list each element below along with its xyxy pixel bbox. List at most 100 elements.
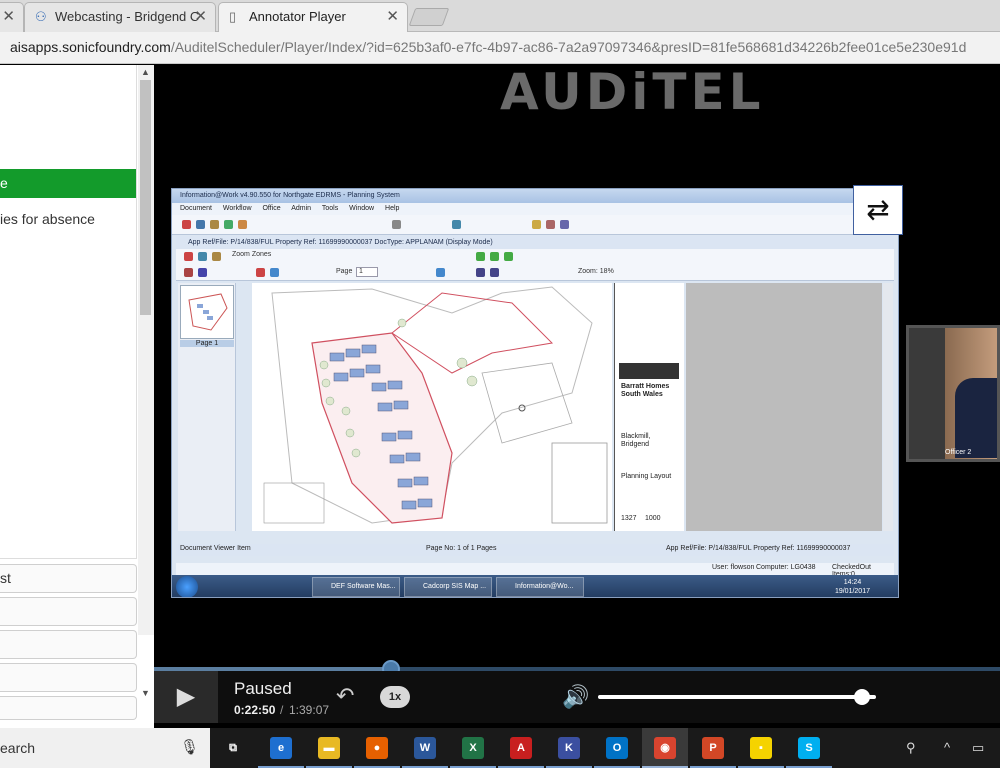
- slide-document-toolbar: Zoom Zones Page 1 Zoom: 18%: [176, 249, 894, 281]
- toolbar-icon: [256, 268, 265, 277]
- agenda-scrollbar[interactable]: ▲ ▼: [138, 65, 154, 698]
- url-text[interactable]: aisapps.sonicfoundry.com/AuditelSchedule…: [10, 39, 966, 55]
- toolbar-icon: [198, 268, 207, 277]
- taskbar-excel-button[interactable]: X: [450, 728, 496, 768]
- taskbar-task-view-button[interactable]: ⧉: [210, 728, 256, 768]
- volume-slider[interactable]: [598, 695, 876, 699]
- close-icon[interactable]: ✕: [386, 3, 399, 30]
- taskbar-search[interactable]: earch 🎙: [0, 728, 210, 768]
- scroll-down-icon[interactable]: ▼: [141, 688, 150, 698]
- player-controls: ▶ Paused 0:22:50 / 1:39:07 ↶ 1x 🔊: [154, 671, 1000, 723]
- slide-document-title: App Ref/File: P/14/838/FUL Property Ref:…: [176, 236, 894, 249]
- site-plan-svg: [263, 286, 608, 524]
- toolbar-icon: [392, 220, 401, 229]
- slide-app-title: Information@Work v4.90.550 for Northgate…: [172, 189, 898, 203]
- taskbar-skype-button[interactable]: S: [786, 728, 832, 768]
- toolbar-icon: [476, 268, 485, 277]
- scroll-up-icon[interactable]: ▲: [141, 67, 150, 77]
- webcam-feed[interactable]: Officer 2: [906, 325, 1000, 462]
- slide-menu-office: Office: [262, 205, 281, 212]
- taskbar-sticky-notes-button[interactable]: ▪: [738, 728, 784, 768]
- file-explorer-icon: ▬: [318, 737, 340, 759]
- webcam-person: [955, 378, 997, 458]
- toolbar-icon: [184, 268, 193, 277]
- taskbar-outlook-button[interactable]: O: [594, 728, 640, 768]
- taskbar-word-button[interactable]: W: [402, 728, 448, 768]
- titleblock-drawing-title: Planning Layout: [621, 473, 672, 480]
- panel-button-4[interactable]: [0, 663, 137, 692]
- presentation-slide: Information@Work v4.90.550 for Northgate…: [171, 188, 899, 598]
- tab-label: Annotator Player: [249, 9, 346, 24]
- slide-user: User: flowson: [712, 564, 755, 571]
- slide-viewer-scrollbar: [883, 283, 893, 531]
- toolbar-icon: [196, 220, 205, 229]
- slide-status-right: App Ref/File: P/14/838/FUL Property Ref:…: [666, 545, 851, 552]
- slide-thumbnail-label: Page 1: [180, 340, 234, 347]
- titleblock-client-region: South Wales: [621, 391, 663, 398]
- slide-status-left: Document Viewer Item: [180, 545, 251, 552]
- edge-icon: e: [270, 737, 292, 759]
- browser-tab-1[interactable]: ✕: [0, 2, 24, 32]
- taskbar-chrome-button[interactable]: ◉: [642, 728, 688, 768]
- start-orb-icon: [176, 576, 198, 597]
- agenda-list-frame: [0, 65, 137, 559]
- browser-tab-annotator[interactable]: ▯ Annotator Player ✕: [218, 2, 408, 32]
- panel-button-5[interactable]: [0, 696, 137, 720]
- slide-clock-time: 14:24: [843, 579, 862, 586]
- slide-menu-help: Help: [385, 205, 400, 212]
- playback-speed-button[interactable]: 1x: [380, 686, 410, 708]
- switch-layout-icon[interactable]: ⇄: [853, 185, 903, 235]
- slide-viewer-background: [686, 283, 882, 531]
- panel-button-1[interactable]: st: [0, 564, 137, 593]
- slide-thumbnail-pane: Page 1: [178, 283, 236, 531]
- slide-zoom-zones: Zoom Zones: [232, 251, 272, 258]
- monitor-icon[interactable]: ▭: [972, 740, 984, 756]
- titleblock-number: 1327: [621, 515, 637, 522]
- windows-taskbar: earch 🎙 ⧉ e ▬ ● W X A K O ◉ P ▪ S ⚲ ^ ▭: [0, 728, 1000, 768]
- browser-tab-webcasting[interactable]: ⚇ Webcasting - Bridgend C ✕: [24, 2, 216, 32]
- slide-clock: 14:24 19/01/2017: [835, 578, 870, 596]
- toolbar-icon: [224, 220, 233, 229]
- auditel-logo: AUDiTEL: [500, 63, 765, 121]
- toolbar-icon: [238, 220, 247, 229]
- taskbar-powerpoint-button[interactable]: P: [690, 728, 736, 768]
- people-icon[interactable]: ⚲: [906, 740, 916, 756]
- volume-handle[interactable]: [854, 689, 871, 705]
- close-icon[interactable]: ✕: [194, 3, 207, 30]
- titleblock-client: Barratt Homes: [621, 383, 670, 390]
- slide-page-input: 1: [356, 267, 378, 277]
- toolbar-icon: [546, 220, 555, 229]
- titleblock-site: Blackmill,: [621, 433, 651, 440]
- site-plan-drawing: [252, 283, 612, 531]
- toolbar-icon: [504, 252, 513, 261]
- taskbar-edge-button[interactable]: e: [258, 728, 304, 768]
- microphone-icon[interactable]: 🎙: [180, 738, 199, 756]
- volume-icon[interactable]: 🔊: [562, 684, 589, 710]
- slide-task-cadcorp: Cadcorp SIS Map ...: [404, 577, 492, 597]
- play-button[interactable]: ▶: [154, 671, 218, 723]
- slide-page-label: Page: [336, 268, 353, 275]
- screen: ✕ ⚇ Webcasting - Bridgend C ✕ ▯ Annotator …: [0, 0, 1000, 768]
- chevron-up-icon[interactable]: ^: [944, 740, 950, 755]
- new-tab-button[interactable]: [408, 8, 450, 26]
- toolbar-icon: [452, 220, 461, 229]
- play-icon: ▶: [176, 683, 196, 710]
- taskbar-acrobat-button[interactable]: A: [498, 728, 544, 768]
- scrollbar-thumb[interactable]: [140, 80, 151, 315]
- drawing-title-block: Barratt Homes South Wales Blackmill, Bri…: [614, 283, 684, 531]
- taskbar-file-explorer-button[interactable]: ▬: [306, 728, 352, 768]
- panel-button-2[interactable]: [0, 597, 137, 626]
- close-icon[interactable]: ✕: [2, 3, 15, 30]
- slide-zoom-level: Zoom: 18%: [578, 268, 614, 275]
- word-icon: W: [414, 737, 436, 759]
- rewind-icon[interactable]: ↶: [336, 683, 354, 709]
- slide-menu-bar: Document Workflow Office Admin Tools Win…: [172, 203, 898, 215]
- taskbar-firefox-button[interactable]: ●: [354, 728, 400, 768]
- slide-user-bar: User: flowson Computer: LG0438 CheckedOu…: [176, 563, 894, 578]
- titleblock-site-town: Bridgend: [621, 441, 650, 448]
- panel-button-3[interactable]: [0, 630, 137, 659]
- current-time: 0:22:50: [234, 703, 276, 717]
- sticky-notes-icon: ▪: [750, 737, 772, 759]
- taskbar-keepass-button[interactable]: K: [546, 728, 592, 768]
- address-bar[interactable]: aisapps.sonicfoundry.com/AuditelSchedule…: [0, 32, 1000, 64]
